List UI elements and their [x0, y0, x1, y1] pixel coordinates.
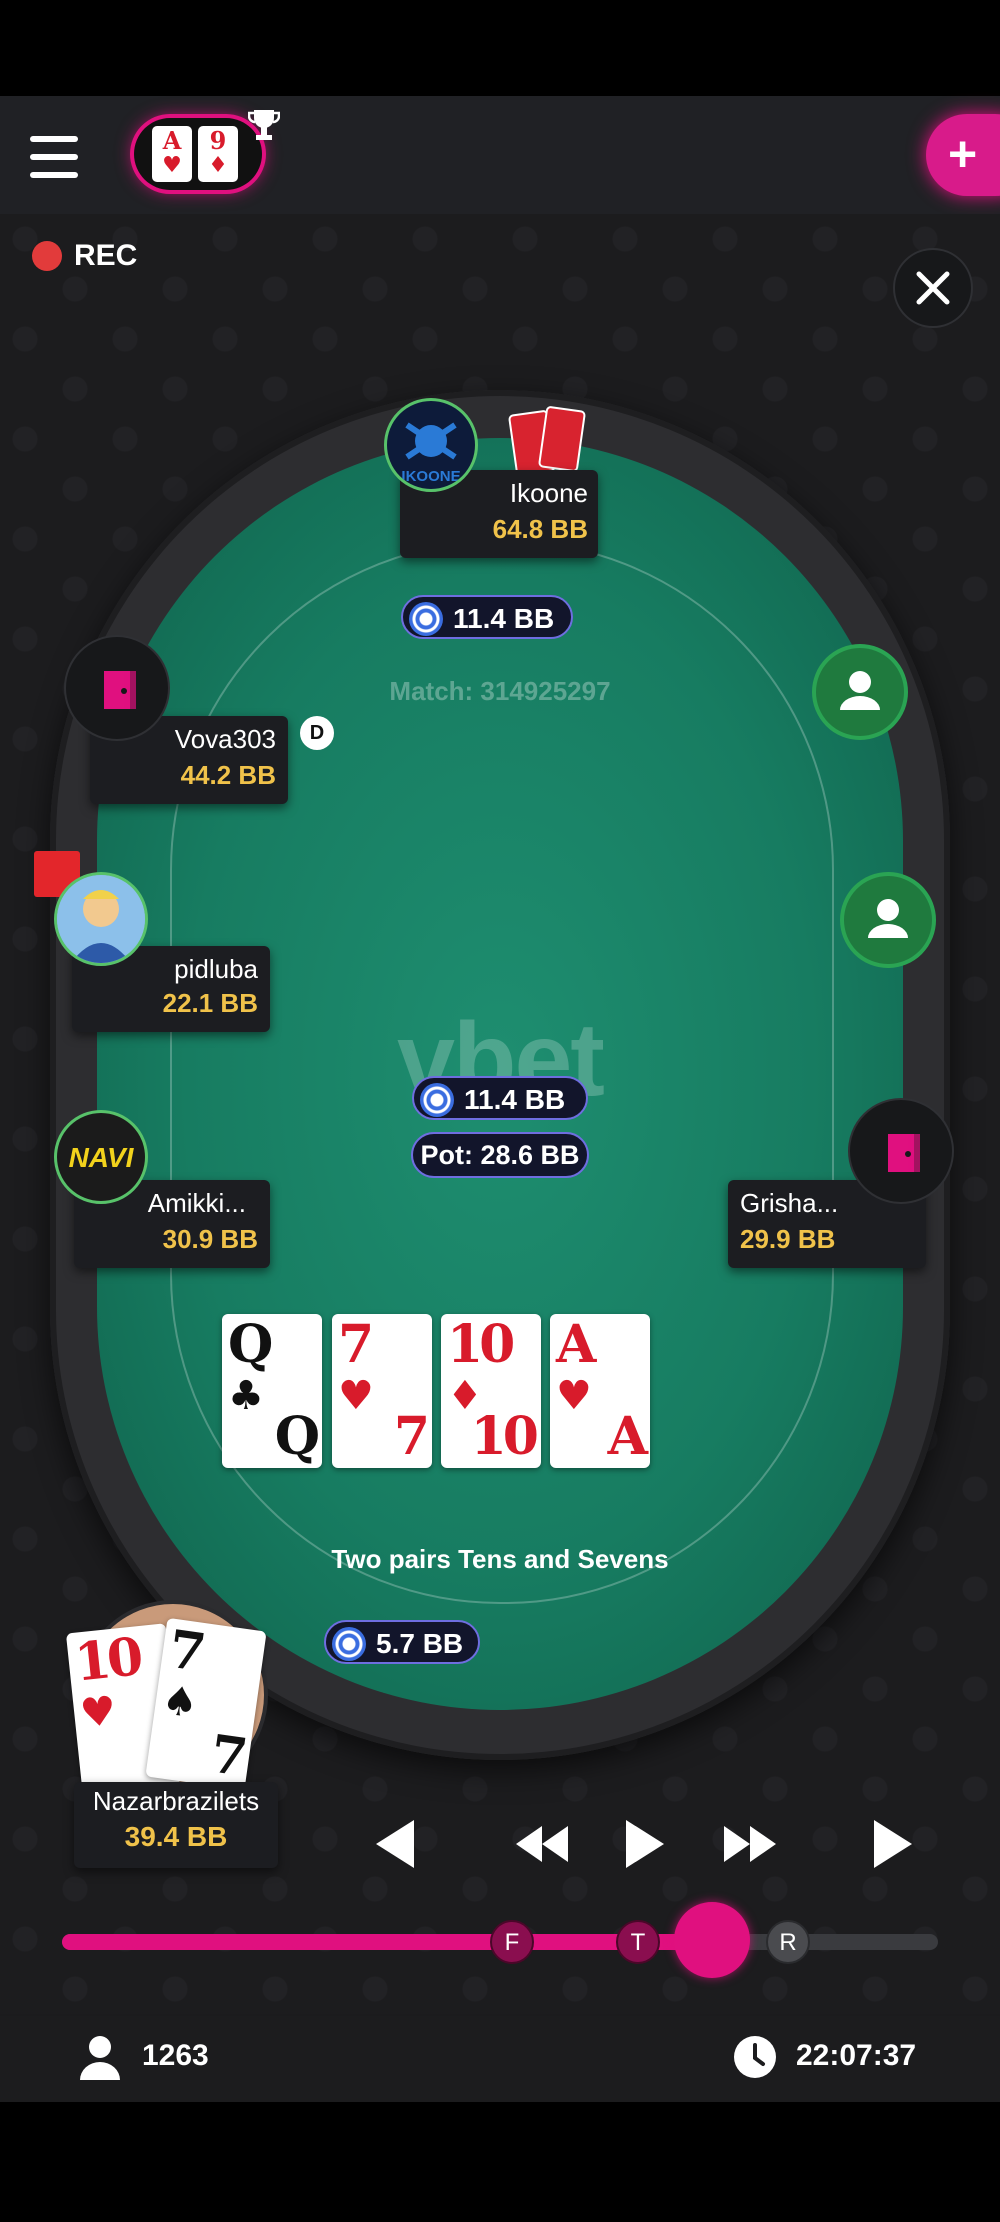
- app-logo[interactable]: A ♥ 9 ♦: [134, 118, 262, 190]
- player-stack: 30.9 BB: [162, 1224, 258, 1254]
- player-stack: 44.2 BB: [180, 760, 276, 790]
- street-marker-flop[interactable]: F: [490, 1920, 534, 1964]
- replay-slider-thumb[interactable]: [674, 1902, 750, 1978]
- player-stack: 39.4 BB: [124, 1821, 228, 1852]
- avatar-amikki[interactable]: NAVI: [54, 1110, 148, 1204]
- nav-bar: [0, 2102, 1000, 2222]
- pirate-avatar-icon: IKOONE: [401, 422, 461, 485]
- player-name: Grisha...: [740, 1188, 839, 1218]
- rec-label: REC: [74, 239, 138, 272]
- player-name: Vova303: [174, 724, 276, 754]
- avatar-vova303[interactable]: [64, 635, 170, 741]
- svg-text:IKOONE: IKOONE: [401, 468, 460, 485]
- navi-logo-icon: NAVI: [69, 1142, 135, 1173]
- avatar-grisha[interactable]: [848, 1098, 954, 1204]
- player-stack: 22.1 BB: [162, 988, 258, 1018]
- status-bar: [0, 0, 1000, 96]
- bet-hero: 5.7 BB: [324, 1620, 480, 1664]
- play-button[interactable]: [620, 1814, 670, 1874]
- player-name: Amikki...: [147, 1188, 246, 1218]
- person-icon: [868, 899, 908, 938]
- svg-text:NAVI: NAVI: [69, 1142, 135, 1173]
- user-icon: [80, 2036, 120, 2080]
- rewind-button[interactable]: [512, 1814, 572, 1874]
- exit-door-icon: [104, 671, 136, 709]
- pot-label: Pot: 28.6 BB: [411, 1132, 589, 1178]
- player-stack: 29.9 BB: [740, 1224, 836, 1254]
- empty-seat-right-upper[interactable]: [812, 644, 908, 740]
- board-card-1: Q ♣ Q: [222, 1314, 322, 1468]
- triangle-left-icon: [376, 1820, 414, 1868]
- triangle-right-icon: [874, 1820, 912, 1868]
- person-icon: [840, 671, 880, 710]
- dealer-button: D: [300, 716, 334, 750]
- close-icon: [916, 271, 950, 305]
- replay-progress-fill: [62, 1934, 701, 1950]
- clock-icon: [734, 2036, 776, 2078]
- center-bet: 11.4 BB: [412, 1076, 588, 1120]
- fast-forward-button[interactable]: [720, 1814, 780, 1874]
- next-step-button[interactable]: [868, 1814, 918, 1874]
- board-card-4: A ♥ A: [550, 1314, 650, 1468]
- close-button[interactable]: [893, 248, 973, 328]
- logo-card-ace: A ♥: [152, 126, 192, 182]
- avatar-pidluba[interactable]: [54, 872, 148, 966]
- rec-dot-icon: [32, 241, 62, 271]
- play-icon: [626, 1820, 664, 1868]
- exit-door-icon: [888, 1134, 920, 1172]
- bet-ikoone: 11.4 BB: [401, 595, 573, 639]
- player-name: pidluba: [174, 954, 258, 984]
- trophy-icon: [248, 110, 280, 140]
- chip-icon: [332, 1627, 366, 1661]
- player-plate-hero[interactable]: Nazarbrazilets 39.4 BB: [74, 1782, 278, 1868]
- fast-forward-icon: [724, 1826, 776, 1862]
- clock-time: 22:07:37: [796, 2039, 917, 2072]
- ikoone-hole-cards: [507, 404, 592, 477]
- street-marker-turn[interactable]: T: [616, 1920, 660, 1964]
- player-stack: 64.8 BB: [492, 514, 588, 544]
- player-name: Nazarbrazilets: [92, 1786, 260, 1816]
- logo-card-nine: 9 ♦: [198, 126, 238, 182]
- board-card-2: 7 ♥ 7: [332, 1314, 432, 1468]
- street-marker-river[interactable]: R: [766, 1920, 810, 1964]
- cartoon-avatar-icon: [57, 875, 145, 963]
- add-table-button[interactable]: +: [926, 114, 1000, 196]
- chip-icon: [409, 602, 443, 636]
- menu-icon[interactable]: [30, 136, 78, 178]
- empty-seat-right-lower[interactable]: [840, 872, 936, 968]
- chip-icon: [420, 1083, 454, 1117]
- hand-description: Two pairs Tens and Sevens: [331, 1544, 669, 1574]
- avatar-ikoone[interactable]: IKOONE: [384, 398, 478, 492]
- previous-step-button[interactable]: [370, 1814, 420, 1874]
- viewer-count: 1263: [142, 2039, 209, 2072]
- player-name: Ikoone: [509, 478, 588, 508]
- board-card-3: 10 ♦ 10: [441, 1314, 541, 1468]
- rewind-icon: [516, 1826, 568, 1862]
